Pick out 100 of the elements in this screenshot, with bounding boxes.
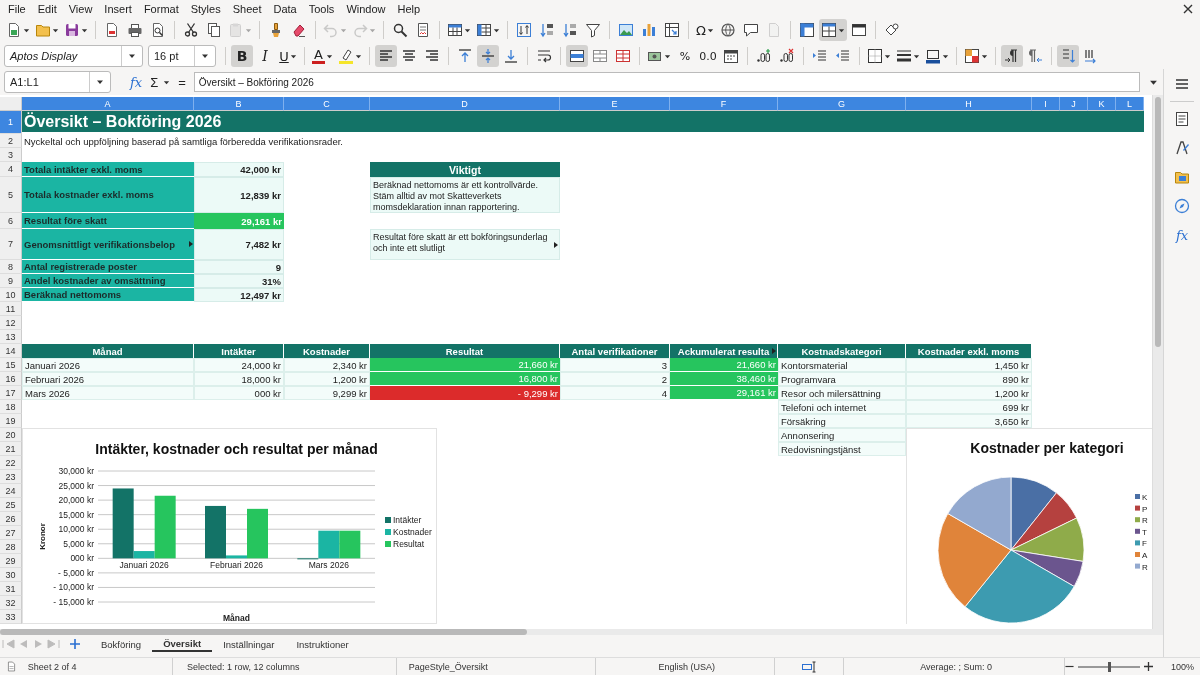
row-header[interactable]: 5 — [0, 177, 22, 213]
gallery-icon[interactable] — [1174, 169, 1190, 185]
row-header[interactable]: 7 — [0, 229, 22, 260]
caret-icon[interactable] — [325, 52, 333, 60]
menu-item[interactable]: Help — [391, 2, 427, 15]
row-header[interactable]: 14 — [0, 344, 22, 358]
slider-thumb[interactable] — [1108, 661, 1111, 672]
scrollbar-thumb[interactable] — [1155, 97, 1161, 347]
chart-panel[interactable]: Kostnader per kategori K P R T F A R — [906, 428, 1152, 624]
caret-icon[interactable] — [81, 26, 88, 34]
menu-icon[interactable] — [1174, 76, 1190, 92]
caret-icon[interactable] — [96, 78, 104, 86]
row-header[interactable]: 32 — [0, 596, 22, 610]
column-header[interactable]: F — [670, 97, 778, 111]
menu-item[interactable]: Sheet — [226, 2, 268, 15]
new-document-icon[interactable] — [6, 22, 22, 38]
row-header[interactable]: 4 — [0, 162, 22, 177]
menu-item[interactable]: Data — [267, 2, 303, 15]
borders-icon[interactable] — [866, 48, 883, 64]
menu-item[interactable]: View — [62, 2, 99, 15]
row-header[interactable]: 21 — [0, 442, 22, 456]
formula-input-field[interactable]: Översikt – Bokföring 2026 — [193, 72, 1140, 92]
merge-center-icon[interactable] — [565, 45, 588, 67]
function-wizard-button[interactable]: fx — [127, 74, 146, 90]
row-header[interactable]: 11 — [0, 302, 22, 316]
row-header[interactable]: 18 — [0, 400, 22, 414]
selection-mode-icon[interactable] — [801, 660, 816, 673]
column-header[interactable]: J — [1060, 97, 1088, 111]
row-header[interactable]: 33 — [0, 610, 22, 624]
character-button[interactable]: Ω — [694, 19, 716, 41]
row-header[interactable]: 30 — [0, 568, 22, 582]
sheet-tab[interactable]: Bokföring — [90, 636, 153, 652]
menu-item[interactable]: Insert — [98, 2, 138, 15]
column-header[interactable]: H — [906, 97, 1032, 111]
highlight-icon[interactable] — [337, 48, 354, 64]
text-direction-icon[interactable] — [1056, 45, 1079, 67]
vertical-scrollbar[interactable] — [1152, 95, 1163, 629]
functions-button[interactable]: fx — [1173, 226, 1191, 244]
zoom-in-icon[interactable] — [1144, 662, 1153, 671]
row-header[interactable]: 1 — [0, 111, 22, 134]
column-header[interactable]: L — [1116, 97, 1144, 111]
border-color-icon[interactable] — [924, 48, 941, 64]
caret-icon[interactable] — [201, 52, 209, 60]
row-header[interactable]: 22 — [0, 456, 22, 470]
name-box[interactable]: A1:L1 — [4, 71, 111, 93]
column-header[interactable]: K — [1088, 97, 1116, 111]
caret-icon[interactable] — [23, 26, 30, 34]
row-header[interactable]: 26 — [0, 512, 22, 526]
caret-icon[interactable] — [706, 26, 714, 34]
italic-button[interactable]: I — [254, 45, 276, 67]
formula-button[interactable]: = — [174, 74, 190, 90]
sum-button[interactable]: Σ — [149, 74, 160, 90]
styles-icon[interactable] — [1174, 140, 1190, 156]
align-left-icon[interactable] — [374, 45, 397, 67]
menu-item[interactable]: Styles — [184, 2, 227, 15]
row-header[interactable]: 23 — [0, 470, 22, 484]
row-header[interactable]: 25 — [0, 498, 22, 512]
column-header[interactable]: C — [284, 97, 370, 111]
menu-item[interactable]: Edit — [31, 2, 63, 15]
caret-icon[interactable] — [941, 52, 949, 60]
caret-icon[interactable] — [163, 78, 171, 86]
row-header[interactable]: 10 — [0, 288, 22, 302]
row-header[interactable]: 9 — [0, 274, 22, 288]
properties-icon[interactable] — [1174, 111, 1190, 127]
caret-icon[interactable] — [838, 26, 845, 34]
caret-icon[interactable] — [912, 52, 920, 60]
row-header[interactable]: 16 — [0, 372, 22, 386]
add-sheet-icon[interactable] — [70, 639, 80, 649]
row-header[interactable]: 24 — [0, 484, 22, 498]
column-header[interactable]: B — [194, 97, 284, 111]
row-header[interactable]: 27 — [0, 526, 22, 540]
close-icon[interactable] — [1183, 3, 1193, 14]
menu-item[interactable]: Window — [340, 2, 392, 15]
menu-item[interactable]: Tools — [302, 2, 341, 15]
sheet-tab[interactable]: Översikt — [152, 636, 213, 652]
bold-button[interactable]: B — [231, 45, 253, 67]
row-header[interactable]: 29 — [0, 554, 22, 568]
align-middle-icon[interactable] — [476, 45, 499, 67]
row-header[interactable]: 20 — [0, 428, 22, 442]
caret-icon[interactable] — [493, 26, 500, 34]
navigator-icon[interactable] — [1174, 198, 1190, 214]
row-header[interactable]: 19 — [0, 414, 22, 428]
row-header[interactable]: 6 — [0, 213, 22, 229]
row-header[interactable]: 3 — [0, 148, 22, 162]
column-header[interactable]: G — [778, 97, 906, 111]
font-name-field[interactable]: Aptos Display — [4, 45, 143, 67]
document-icon[interactable] — [6, 661, 18, 672]
caret-icon[interactable] — [464, 26, 471, 34]
left-to-right-icon[interactable] — [1000, 45, 1023, 67]
conditional-format-icon[interactable] — [963, 48, 980, 64]
row-header[interactable]: 12 — [0, 316, 22, 330]
split-window-icon[interactable] — [821, 22, 837, 38]
row-header[interactable]: 15 — [0, 358, 22, 372]
row-header[interactable]: 28 — [0, 540, 22, 554]
column-header[interactable]: A — [22, 97, 194, 111]
caret-icon[interactable] — [980, 52, 988, 60]
save-icon[interactable] — [64, 22, 80, 38]
row-header[interactable]: 31 — [0, 582, 22, 596]
row-header[interactable]: 8 — [0, 260, 22, 274]
font-size-field[interactable]: 16 pt — [148, 45, 216, 67]
